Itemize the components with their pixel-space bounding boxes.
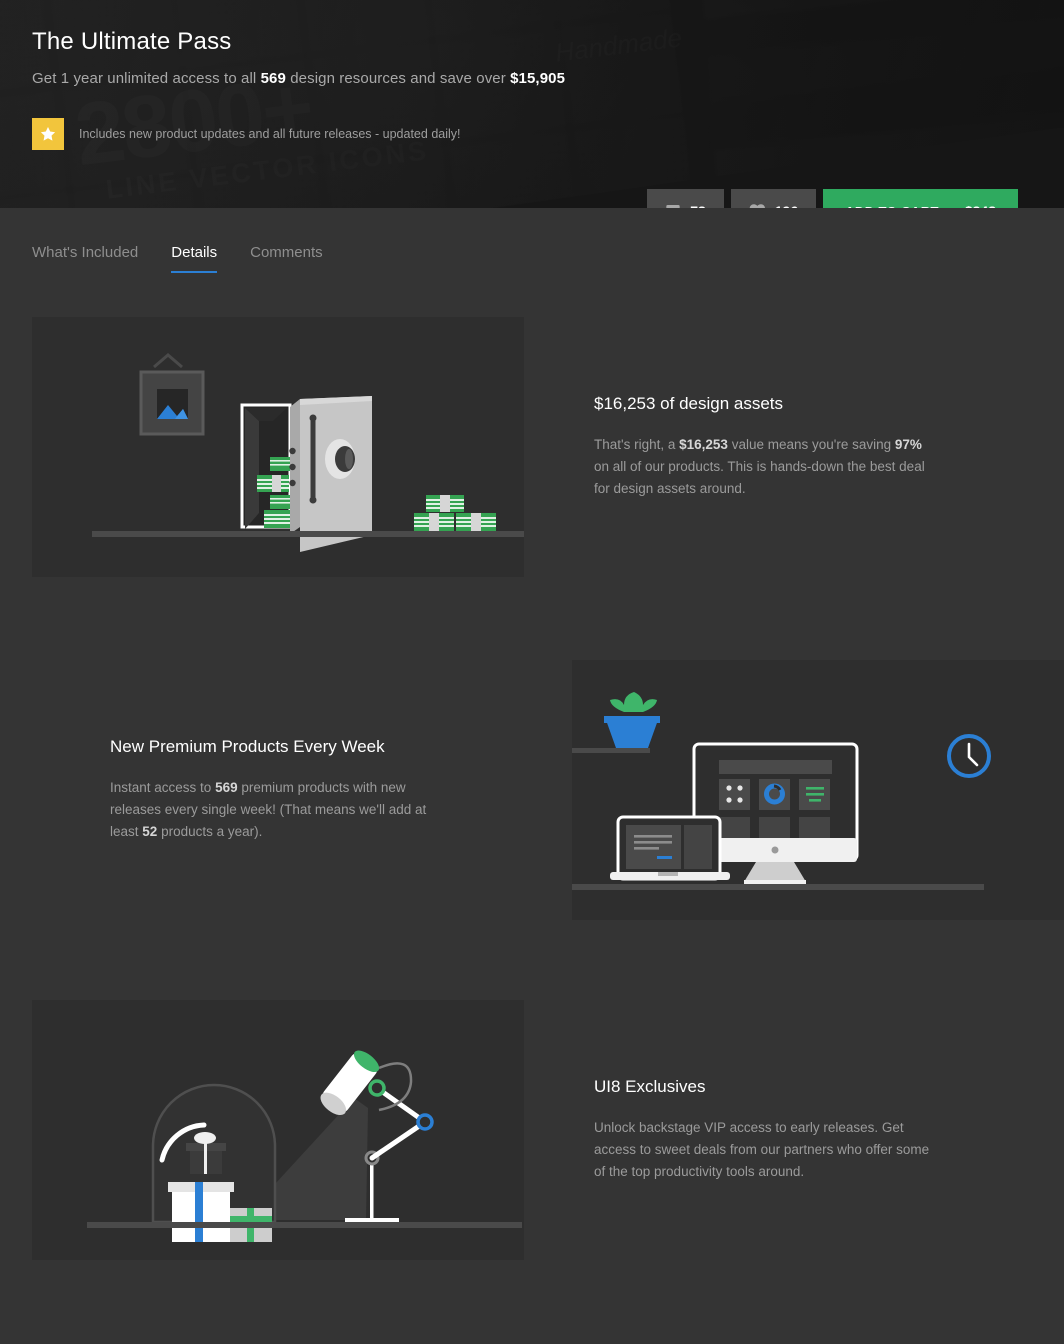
likes-count: 196 xyxy=(775,203,798,208)
body-highlight-1: $16,253 xyxy=(679,437,728,452)
hero-subtitle: Get 1 year unlimited access to all 569 d… xyxy=(32,70,1064,87)
comments-count: 78 xyxy=(690,203,706,208)
feature-copy-premium-products: New Premium Products Every Week Instant … xyxy=(0,737,572,843)
body-highlight-1: 569 xyxy=(215,780,238,795)
feature-heading-ui8-exclusives: UI8 Exclusives xyxy=(594,1077,706,1096)
hero-subtitle-mid: design resources and save over xyxy=(285,70,511,87)
add-to-cart-price: $348 xyxy=(965,203,996,208)
feature-copy-design-assets: $16,253 of design assets That's right, a… xyxy=(524,394,1064,500)
comment-bubble-icon xyxy=(665,203,681,208)
feature-body-design-assets: That's right, a $16,253 value means you'… xyxy=(594,434,934,500)
comments-count-button[interactable]: 78 xyxy=(647,189,724,208)
feature-heading-design-assets: $16,253 of design assets xyxy=(594,394,784,413)
body-text-part-3: on all of our products. This is hands-do… xyxy=(594,459,925,496)
content-tabs: What's Included Details Comments xyxy=(0,208,1064,273)
updates-badge-text: Includes new product updates and all fut… xyxy=(79,127,461,141)
desktop-workspace-illustration xyxy=(572,660,1064,920)
hero-resource-count: 569 xyxy=(260,70,286,87)
tab-comments[interactable]: Comments xyxy=(250,244,323,273)
page-title: The Ultimate Pass xyxy=(32,28,232,55)
body-highlight-2: 97% xyxy=(894,437,922,452)
body-text-part-1: Instant access to xyxy=(110,780,216,795)
safe-with-money-illustration xyxy=(32,317,524,577)
likes-count-button[interactable]: 196 xyxy=(730,189,817,208)
body-text-part-3: products a year). xyxy=(157,824,263,839)
feature-heading-premium-products: New Premium Products Every Week xyxy=(110,737,385,756)
feature-body-premium-products: Instant access to 569 premium products w… xyxy=(110,777,450,843)
heart-icon xyxy=(749,203,766,208)
body-text-part-1: That's right, a xyxy=(594,437,680,452)
body-text-part-2: value means you're saving xyxy=(727,437,895,452)
hero-savings-amount: $15,905 xyxy=(510,70,566,87)
add-to-cart-button[interactable]: ADD TO CART $348 xyxy=(823,189,1018,208)
feature-copy-ui8-exclusives: UI8 Exclusives Unlock backstage VIP acce… xyxy=(524,1077,1064,1183)
star-icon xyxy=(39,125,57,143)
feature-body-ui8-exclusives: Unlock backstage VIP access to early rel… xyxy=(594,1117,934,1183)
feature-section-design-assets: $16,253 of design assets That's right, a… xyxy=(32,317,1064,577)
hero-banner: 2800+ LINE VECTOR ICONS Handmade The Ult… xyxy=(0,0,1064,208)
body-highlight-2: 52 xyxy=(142,824,158,839)
gifts-under-dome-illustration xyxy=(32,1000,524,1260)
add-to-cart-label: ADD TO CART xyxy=(845,204,939,209)
updates-badge-row: Includes new product updates and all fut… xyxy=(32,118,1064,150)
tab-whats-included[interactable]: What's Included xyxy=(32,244,138,273)
action-buttons: 78 196 ADD TO CART $348 xyxy=(647,189,1018,208)
body-text-part-1: Unlock backstage VIP access to early rel… xyxy=(594,1120,930,1179)
tab-details[interactable]: Details xyxy=(171,244,218,273)
feature-section-premium-products: New Premium Products Every Week Instant … xyxy=(0,660,1064,920)
feature-section-ui8-exclusives: UI8 Exclusives Unlock backstage VIP acce… xyxy=(32,1000,1064,1260)
hero-subtitle-prefix: Get 1 year unlimited access to all xyxy=(32,70,261,87)
star-badge xyxy=(32,118,64,150)
